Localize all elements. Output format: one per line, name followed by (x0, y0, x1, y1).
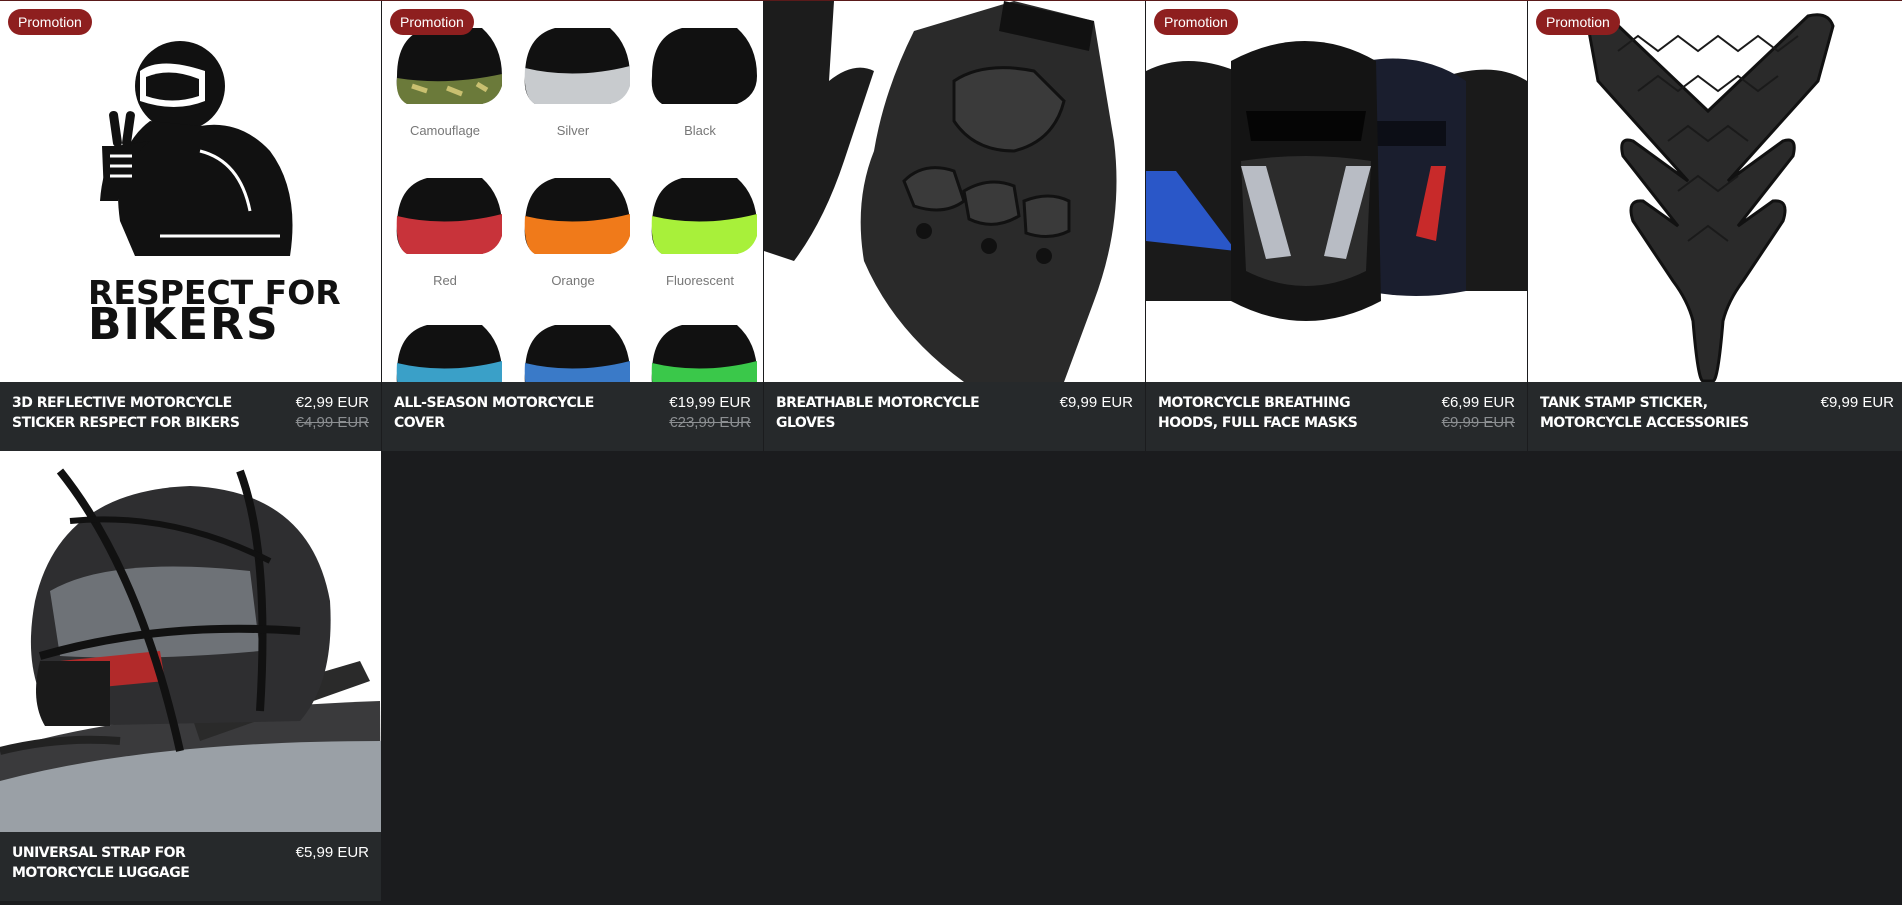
price-block: €9,99 EUR (1821, 393, 1894, 413)
price: €9,99 EUR (1820, 394, 1894, 411)
product-card-cover[interactable]: Promotion Camouflage Silver Black Red Or… (382, 1, 763, 451)
product-title[interactable]: Motorcycle breathing hoods, full face ma… (1158, 393, 1388, 433)
product-card-gloves[interactable]: Breathable motorcycle gloves €9,99 EUR (764, 1, 1145, 451)
product-title[interactable]: Universal strap for motorcycle luggage (12, 843, 242, 883)
gloves-illustration (764, 1, 1145, 382)
product-card-luggage-strap[interactable]: Universal strap for motorcycle luggage €… (0, 451, 381, 901)
original-price: €4,99 EUR (295, 414, 369, 431)
product-image[interactable]: Promotion (1528, 1, 1902, 382)
product-image[interactable]: Promotion (1146, 1, 1527, 382)
promotion-badge: Promotion (390, 9, 474, 35)
product-card-tank-pad[interactable]: Promotion Tank stamp sticker, motorcycle… (1528, 1, 1902, 451)
variant-label: Silver (557, 123, 590, 138)
product-grid: Promotion RESPECT FOR BIKERS 3D REFLECTI… (0, 1, 1902, 901)
product-info: Breathable motorcycle gloves €9,99 EUR (764, 382, 1145, 451)
promotion-badge: Promotion (1536, 9, 1620, 35)
price-block: €6,99 EUR €9,99 EUR (1442, 393, 1515, 433)
price-block: €2,99 EUR €4,99 EUR (296, 393, 369, 433)
price-block: €5,99 EUR (296, 843, 369, 863)
sale-price: €2,99 EUR (295, 394, 369, 411)
tank-pad-illustration (1528, 1, 1902, 382)
product-title[interactable]: Tank stamp sticker, motorcycle accessori… (1540, 393, 1770, 433)
sale-price: €19,99 EUR (669, 394, 751, 411)
product-image[interactable] (764, 1, 1145, 382)
product-title[interactable]: All-season motorcycle cover (394, 393, 624, 433)
biker-sticker-illustration: RESPECT FOR BIKERS (0, 1, 381, 382)
variant-label: Fluorescent (666, 273, 734, 288)
product-image[interactable] (0, 451, 381, 832)
product-image[interactable]: Promotion RESPECT FOR BIKERS (0, 1, 381, 382)
product-info: Tank stamp sticker, motorcycle accessori… (1528, 382, 1902, 451)
variant-label: Black (684, 123, 716, 138)
price-block: €19,99 EUR €23,99 EUR (669, 393, 751, 433)
sale-price: €6,99 EUR (1441, 394, 1515, 411)
cover-variants-illustration: Camouflage Silver Black Red Orange Fluor… (382, 1, 763, 382)
price: €5,99 EUR (295, 844, 369, 861)
price-block: €9,99 EUR (1060, 393, 1133, 413)
product-info: All-season motorcycle cover €19,99 EUR €… (382, 382, 763, 451)
sticker-text-line2: BIKERS (88, 299, 280, 350)
balaclava-illustration (1146, 1, 1527, 382)
product-image[interactable]: Promotion Camouflage Silver Black Red Or… (382, 1, 763, 382)
original-price: €23,99 EUR (669, 414, 751, 431)
product-info: Universal strap for motorcycle luggage €… (0, 832, 381, 901)
promotion-badge: Promotion (8, 9, 92, 35)
variant-label: Red (433, 273, 457, 288)
original-price: €9,99 EUR (1441, 414, 1515, 431)
product-title[interactable]: Breathable motorcycle gloves (776, 393, 1006, 433)
product-card-sticker[interactable]: Promotion RESPECT FOR BIKERS 3D REFLECTI… (0, 1, 381, 451)
price: €9,99 EUR (1059, 394, 1133, 411)
product-title[interactable]: 3D reflective motorcycle sticker respect… (12, 393, 242, 433)
promotion-badge: Promotion (1154, 9, 1238, 35)
product-card-masks[interactable]: Promotion Motorcycle breat (1146, 1, 1527, 451)
variant-label: Orange (551, 273, 594, 288)
product-info: Motorcycle breathing hoods, full face ma… (1146, 382, 1527, 451)
helmet-strap-illustration (0, 451, 381, 832)
variant-label: Camouflage (410, 123, 480, 138)
product-info: 3D reflective motorcycle sticker respect… (0, 382, 381, 451)
